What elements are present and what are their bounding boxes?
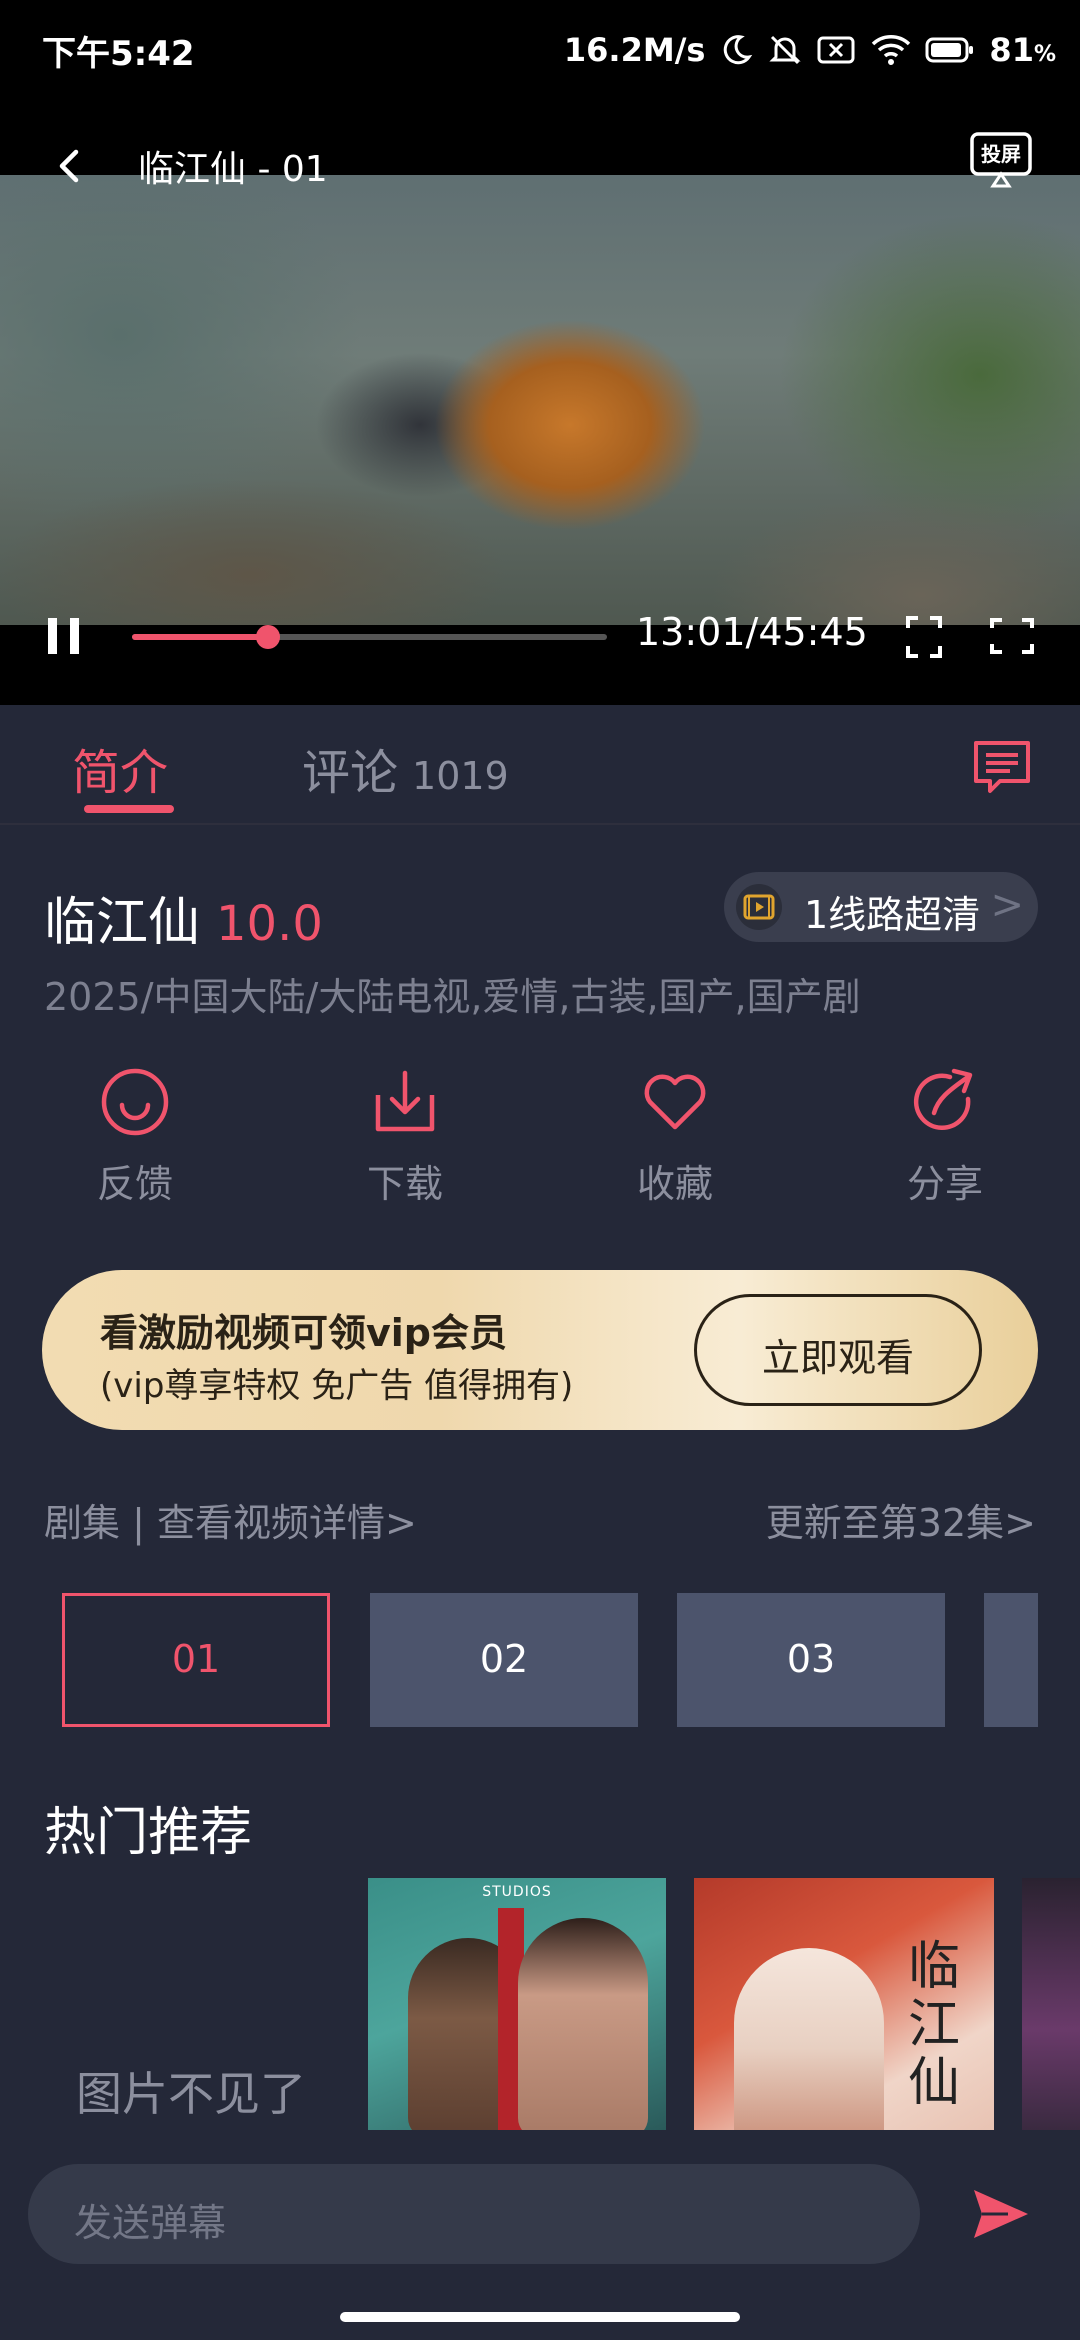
favorite-button[interactable]: 收藏 (605, 1065, 745, 1208)
battery-icon (925, 37, 974, 63)
danmu-toggle-icon[interactable] (970, 737, 1034, 797)
episode-details-link[interactable]: 剧集 | 查看视频详情> (44, 1492, 417, 1547)
recommend-poster[interactable] (1022, 1878, 1080, 2130)
poster-calligraphy: 临江仙 (908, 1937, 961, 2113)
cast-label: 投屏 (981, 142, 1021, 166)
recommend-poster[interactable]: STUDIOS (368, 1878, 666, 2130)
download-button[interactable]: 下载 (335, 1065, 475, 1208)
episode-update-link[interactable]: 更新至第32集> (766, 1492, 1036, 1547)
poster-figure (734, 1948, 884, 2130)
danmu-input[interactable]: 发送弹幕 (28, 2164, 920, 2264)
recommend-title: 热门推荐 (44, 1803, 253, 1863)
seek-handle[interactable] (255, 625, 280, 649)
wifi-icon (872, 35, 911, 65)
vip-title: 看激励视频可领vip会员 (100, 1311, 507, 1355)
video-title: 临江仙 - 01 (138, 149, 328, 190)
show-title-row: 临江仙 10.0 (44, 880, 323, 955)
download-icon (375, 1070, 435, 1132)
tab-comments[interactable]: 评论 1019 (302, 733, 509, 803)
fullscreen-icon[interactable] (988, 616, 1036, 656)
episode-number: 02 (479, 1637, 529, 1681)
moon-icon (724, 35, 753, 65)
pause-icon[interactable] (44, 612, 84, 660)
vip-subtitle: (vip尊享特权 免广告 值得拥有) (100, 1366, 574, 1406)
battery-level: 81% (989, 31, 1056, 69)
episode-list: 01 02 03 (0, 1593, 1038, 1727)
share-button[interactable]: 分享 (875, 1065, 1015, 1208)
action-row: 反馈 下载 收藏 分享 (0, 1065, 1080, 1225)
download-label: 下载 (366, 1162, 443, 1206)
share-icon (913, 1068, 973, 1130)
seek-bar[interactable] (132, 625, 607, 649)
heart-icon (644, 1074, 706, 1130)
episode-number: 01 (171, 1637, 221, 1681)
video-frame[interactable] (0, 175, 1080, 625)
missing-image-text[interactable]: 图片不见了 (76, 2058, 306, 2124)
poster-figure (518, 1918, 648, 2130)
home-indicator[interactable] (340, 2312, 740, 2322)
play-time: 13:01/45:45 (636, 610, 868, 654)
film-icon (736, 884, 782, 930)
tab-comments-label: 评论 (302, 745, 399, 801)
player-controls: 13:01/45:45 (0, 600, 1080, 680)
episode-number: 03 (786, 1637, 836, 1681)
network-speed: 16.2M/s (563, 31, 706, 69)
send-icon[interactable] (970, 2186, 1032, 2242)
cast-button[interactable]: 投屏 (968, 130, 1034, 190)
recommend-poster[interactable]: 临江仙 (694, 1878, 994, 2130)
comment-count: 1019 (412, 754, 509, 798)
share-label: 分享 (906, 1162, 983, 1206)
smile-feedback-icon (101, 1068, 169, 1136)
feedback-label: 反馈 (96, 1162, 173, 1206)
bell-muted-icon (769, 35, 802, 65)
poster-studio-logo: STUDIOS (482, 1884, 552, 1900)
detail-tabs: 简介 评论 1019 (0, 705, 1080, 825)
show-meta: 2025/中国大陆/大陆电视,爱情,古装,国产,国产剧 (44, 975, 861, 1019)
episode-item-03[interactable]: 03 (677, 1593, 945, 1727)
show-title: 临江仙 (44, 893, 201, 953)
danmu-placeholder: 发送弹幕 (74, 2201, 227, 2245)
episode-item-more[interactable] (984, 1593, 1038, 1727)
watch-now-label: 立即观看 (761, 1336, 914, 1380)
status-icons: 16.2M/s 81% (564, 22, 1056, 78)
crop-fullscreen-icon[interactable] (904, 614, 944, 660)
chevron-right-icon: > (990, 882, 1024, 928)
back-icon[interactable] (50, 146, 90, 186)
sim-x-icon (817, 36, 855, 64)
vip-banner[interactable]: 看激励视频可领vip会员 (vip尊享特权 免广告 值得拥有) 立即观看 (42, 1270, 1038, 1430)
watch-now-button[interactable]: 立即观看 (694, 1294, 982, 1406)
status-time: 下午5:42 (42, 34, 195, 74)
show-score: 10.0 (216, 896, 323, 952)
episode-item-02[interactable]: 02 (370, 1593, 638, 1727)
episode-item-01[interactable]: 01 (62, 1593, 330, 1727)
line-quality-selector[interactable]: 1线路超清 > (724, 872, 1038, 942)
player-top-bar: 临江仙 - 01 投屏 (0, 130, 1080, 200)
status-bar: 下午5:42 16.2M/s 81% (0, 0, 1080, 100)
seek-progress (132, 634, 268, 640)
tab-active-indicator (84, 805, 174, 813)
feedback-button[interactable]: 反馈 (65, 1065, 205, 1208)
favorite-label: 收藏 (636, 1162, 713, 1206)
line-quality-label: 1线路超清 (804, 893, 981, 937)
video-player[interactable]: 临江仙 - 01 投屏 13:01/45:45 (0, 100, 1080, 705)
tab-intro[interactable]: 简介 (72, 733, 168, 803)
